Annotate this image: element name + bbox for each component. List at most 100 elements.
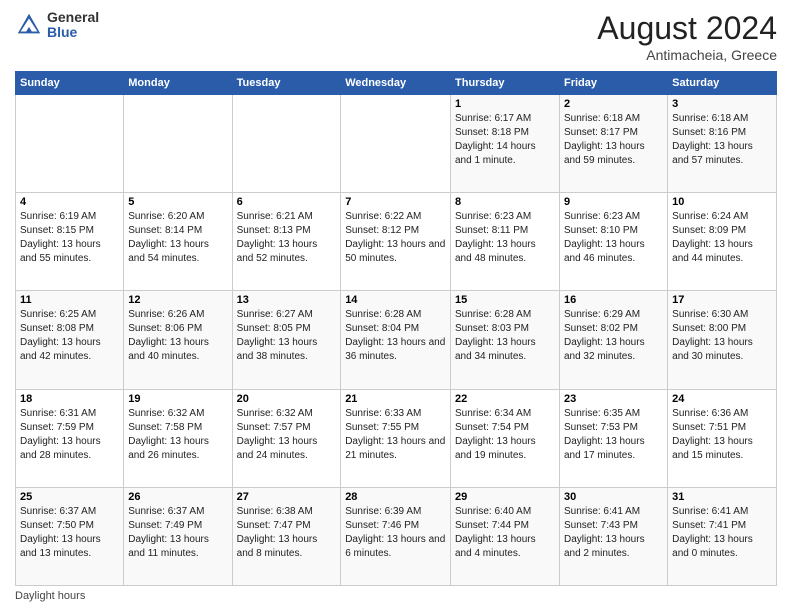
day-info: Sunrise: 6:19 AM Sunset: 8:15 PM Dayligh… — [20, 210, 119, 266]
day-number: 31 — [672, 491, 772, 503]
day-number: 7 — [345, 196, 446, 208]
logo-icon — [15, 11, 43, 39]
calendar-cell: 13Sunrise: 6:27 AM Sunset: 8:05 PM Dayli… — [232, 291, 341, 389]
calendar-cell: 8 Sunrise: 6:23 AM Sunset: 8:11 PM Daylig… — [451, 193, 560, 291]
calendar-cell: 22 Sunrise: 6:34 AM Sunset: 7:54 PM Dayli… — [451, 389, 560, 487]
day-info: Sunrise: 6:36 AM Sunset: 7:51 PM Dayligh… — [672, 407, 772, 463]
day-info: Sunrise: 6:32 AM Sunset: 7:57 PM Dayligh… — [237, 407, 337, 463]
calendar-cell: 2Sunrise: 6:18 AM Sunset: 8:17 PM Daylig… — [559, 95, 667, 193]
calendar-cell: 26 Sunrise: 6:37 AM Sunset: 7:49 PM Dayli… — [124, 487, 232, 585]
day-info: Sunrise: 6:26 AM Sunset: 8:06 PM Dayligh… — [128, 308, 227, 364]
calendar-cell: 28 Sunrise: 6:39 AM Sunset: 7:46 PM Dayli… — [341, 487, 451, 585]
calendar-day-header: Saturday — [668, 72, 777, 95]
day-number: 21 — [345, 393, 446, 405]
day-number: 30 — [564, 491, 663, 503]
day-info: Sunrise: 6:29 AM Sunset: 8:02 PM Dayligh… — [564, 308, 663, 364]
day-number: 15 — [455, 294, 555, 306]
day-number: 20 — [237, 393, 337, 405]
calendar-cell: 18 Sunrise: 6:31 AM Sunset: 7:59 PM Dayli… — [16, 389, 124, 487]
day-info: Sunrise: 6:28 AM Sunset: 8:04 PM Dayligh… — [345, 308, 446, 364]
location: Antimacheia, Greece — [597, 47, 777, 63]
day-info: Sunrise: 6:34 AM Sunset: 7:54 PM Dayligh… — [455, 407, 555, 463]
calendar-week-row: 18 Sunrise: 6:31 AM Sunset: 7:59 PM Dayli… — [16, 389, 777, 487]
calendar-cell: 4 Sunrise: 6:19 AM Sunset: 8:15 PM Daylig… — [16, 193, 124, 291]
day-info: Sunrise: 6:23 AM Sunset: 8:10 PM Dayligh… — [564, 210, 663, 266]
day-number: 11 — [20, 294, 119, 306]
day-info: Sunrise: 6:39 AM Sunset: 7:46 PM Dayligh… — [345, 505, 446, 561]
day-info: Sunrise: 6:37 AM Sunset: 7:49 PM Dayligh… — [128, 505, 227, 561]
calendar-cell: 24Sunrise: 6:36 AM Sunset: 7:51 PM Dayli… — [668, 389, 777, 487]
day-number: 8 — [455, 196, 555, 208]
calendar-cell: 11 Sunrise: 6:25 AM Sunset: 8:08 PM Dayli… — [16, 291, 124, 389]
calendar-cell: 19Sunrise: 6:32 AM Sunset: 7:58 PM Dayli… — [124, 389, 232, 487]
header: General Blue August 2024 Antimacheia, Gr… — [15, 10, 777, 63]
day-number: 27 — [237, 491, 337, 503]
calendar-cell — [341, 95, 451, 193]
footer-text: Daylight hours — [15, 590, 85, 602]
calendar-cell — [16, 95, 124, 193]
day-number: 16 — [564, 294, 663, 306]
footer: Daylight hours — [15, 590, 777, 602]
calendar-cell: 30 Sunrise: 6:41 AM Sunset: 7:43 PM Dayli… — [559, 487, 667, 585]
day-number: 12 — [128, 294, 227, 306]
day-info: Sunrise: 6:30 AM Sunset: 8:00 PM Dayligh… — [672, 308, 772, 364]
day-number: 9 — [564, 196, 663, 208]
day-info: Sunrise: 6:17 AM Sunset: 8:18 PM Dayligh… — [455, 112, 555, 168]
day-info: Sunrise: 6:23 AM Sunset: 8:11 PM Dayligh… — [455, 210, 555, 266]
day-info: Sunrise: 6:25 AM Sunset: 8:08 PM Dayligh… — [20, 308, 119, 364]
day-number: 23 — [564, 393, 663, 405]
calendar-day-header: Tuesday — [232, 72, 341, 95]
calendar-cell: 14 Sunrise: 6:28 AM Sunset: 8:04 PM Dayli… — [341, 291, 451, 389]
day-info: Sunrise: 6:40 AM Sunset: 7:44 PM Dayligh… — [455, 505, 555, 561]
day-number: 3 — [672, 98, 772, 110]
calendar-day-header: Friday — [559, 72, 667, 95]
day-info: Sunrise: 6:22 AM Sunset: 8:12 PM Dayligh… — [345, 210, 446, 266]
day-number: 13 — [237, 294, 337, 306]
day-info: Sunrise: 6:41 AM Sunset: 7:43 PM Dayligh… — [564, 505, 663, 561]
calendar-cell: 17Sunrise: 6:30 AM Sunset: 8:00 PM Dayli… — [668, 291, 777, 389]
calendar-cell: 1 Sunrise: 6:17 AM Sunset: 8:18 PM Daylig… — [451, 95, 560, 193]
calendar-day-header: Sunday — [16, 72, 124, 95]
logo-blue-text: Blue — [47, 25, 99, 40]
logo-general-text: General — [47, 10, 99, 25]
day-number: 10 — [672, 196, 772, 208]
day-info: Sunrise: 6:18 AM Sunset: 8:16 PM Dayligh… — [672, 112, 772, 168]
day-info: Sunrise: 6:32 AM Sunset: 7:58 PM Dayligh… — [128, 407, 227, 463]
day-number: 4 — [20, 196, 119, 208]
calendar-cell: 29 Sunrise: 6:40 AM Sunset: 7:44 PM Dayli… — [451, 487, 560, 585]
logo-text: General Blue — [47, 10, 99, 41]
calendar-week-row: 4 Sunrise: 6:19 AM Sunset: 8:15 PM Daylig… — [16, 193, 777, 291]
day-number: 6 — [237, 196, 337, 208]
day-number: 25 — [20, 491, 119, 503]
day-info: Sunrise: 6:35 AM Sunset: 7:53 PM Dayligh… — [564, 407, 663, 463]
day-number: 14 — [345, 294, 446, 306]
calendar-header-row: SundayMondayTuesdayWednesdayThursdayFrid… — [16, 72, 777, 95]
day-info: Sunrise: 6:28 AM Sunset: 8:03 PM Dayligh… — [455, 308, 555, 364]
day-number: 1 — [455, 98, 555, 110]
day-info: Sunrise: 6:20 AM Sunset: 8:14 PM Dayligh… — [128, 210, 227, 266]
calendar-cell: 25Sunrise: 6:37 AM Sunset: 7:50 PM Dayli… — [16, 487, 124, 585]
day-info: Sunrise: 6:18 AM Sunset: 8:17 PM Dayligh… — [564, 112, 663, 168]
calendar-cell: 10 Sunrise: 6:24 AM Sunset: 8:09 PM Dayli… — [668, 193, 777, 291]
calendar-week-row: 1 Sunrise: 6:17 AM Sunset: 8:18 PM Daylig… — [16, 95, 777, 193]
calendar-week-row: 25Sunrise: 6:37 AM Sunset: 7:50 PM Dayli… — [16, 487, 777, 585]
day-number: 22 — [455, 393, 555, 405]
logo: General Blue — [15, 10, 99, 41]
calendar-cell: 20 Sunrise: 6:32 AM Sunset: 7:57 PM Dayli… — [232, 389, 341, 487]
day-info: Sunrise: 6:24 AM Sunset: 8:09 PM Dayligh… — [672, 210, 772, 266]
calendar-day-header: Wednesday — [341, 72, 451, 95]
calendar-cell: 31 Sunrise: 6:41 AM Sunset: 7:41 PM Dayli… — [668, 487, 777, 585]
calendar-cell: 21Sunrise: 6:33 AM Sunset: 7:55 PM Dayli… — [341, 389, 451, 487]
day-number: 18 — [20, 393, 119, 405]
day-number: 5 — [128, 196, 227, 208]
day-info: Sunrise: 6:41 AM Sunset: 7:41 PM Dayligh… — [672, 505, 772, 561]
day-number: 26 — [128, 491, 227, 503]
day-number: 29 — [455, 491, 555, 503]
day-info: Sunrise: 6:31 AM Sunset: 7:59 PM Dayligh… — [20, 407, 119, 463]
calendar-cell — [124, 95, 232, 193]
calendar-cell: 5 Sunrise: 6:20 AM Sunset: 8:14 PM Daylig… — [124, 193, 232, 291]
calendar-cell: 16 Sunrise: 6:29 AM Sunset: 8:02 PM Dayli… — [559, 291, 667, 389]
day-info: Sunrise: 6:21 AM Sunset: 8:13 PM Dayligh… — [237, 210, 337, 266]
day-number: 28 — [345, 491, 446, 503]
calendar-cell: 7 Sunrise: 6:22 AM Sunset: 8:12 PM Daylig… — [341, 193, 451, 291]
